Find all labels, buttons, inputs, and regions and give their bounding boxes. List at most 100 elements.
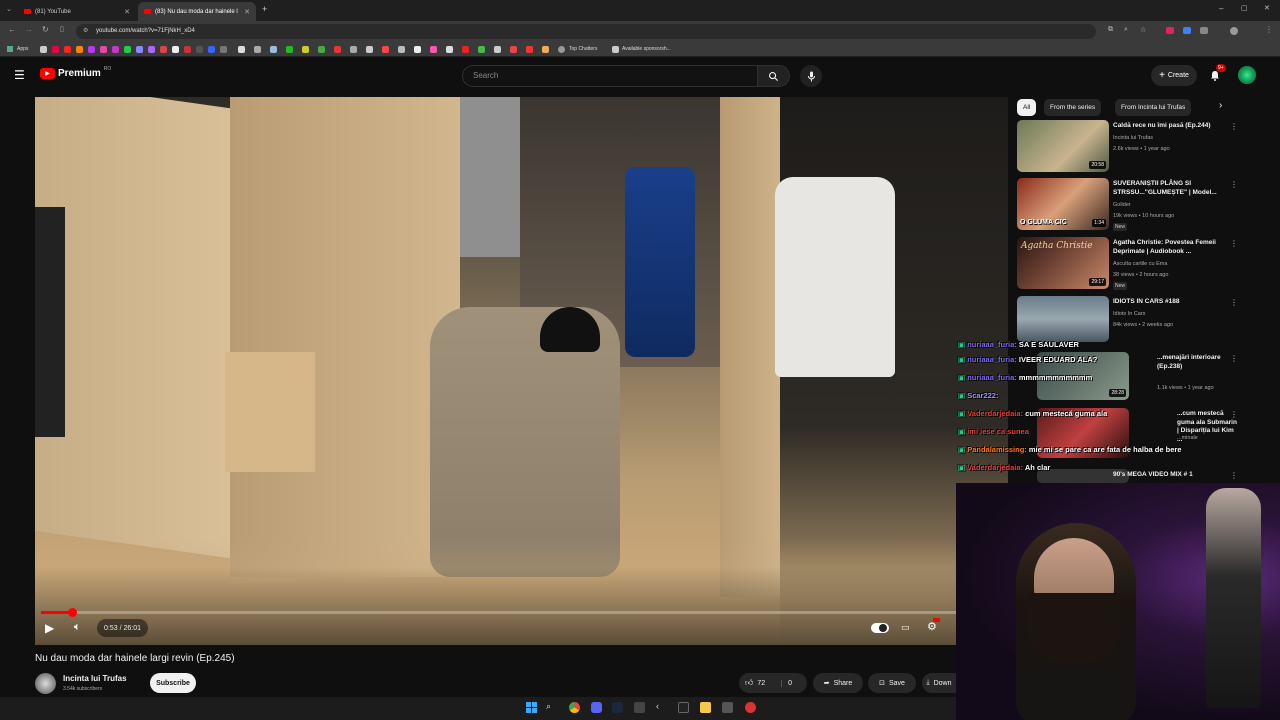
minimize-icon[interactable]: –	[1219, 4, 1223, 13]
search-input[interactable]: Search	[462, 65, 758, 87]
bookmark-icon[interactable]	[350, 46, 357, 53]
more-actions-icon[interactable]: ⋮	[1230, 354, 1238, 363]
recommendation-channel[interactable]: Golider	[1113, 201, 1131, 209]
close-tab-icon[interactable]: ✕	[124, 8, 130, 16]
share-button[interactable]: ➦ Share	[813, 673, 863, 693]
close-tab-icon[interactable]: ✕	[244, 8, 250, 16]
video-thumbnail[interactable]: O GLUMA CIC 1:34	[1017, 178, 1109, 230]
video-thumbnail[interactable]: 20:58	[1017, 120, 1109, 172]
bookmark-icon[interactable]	[478, 46, 485, 53]
download-button[interactable]: ⤓ Down	[922, 673, 956, 693]
new-tab-icon[interactable]: +	[262, 4, 267, 14]
tab-search-icon[interactable]: ⌄	[6, 5, 12, 13]
bookmark-icon[interactable]	[112, 46, 119, 53]
steam-icon[interactable]	[612, 702, 623, 713]
more-actions-icon[interactable]: ⋮	[1230, 239, 1238, 248]
bookmark-icon[interactable]	[124, 46, 131, 53]
install-icon[interactable]: ⧉	[1108, 26, 1113, 34]
tab-youtube-home[interactable]: (81) YouTube ✕	[18, 2, 136, 21]
play-button[interactable]: ▶	[45, 621, 54, 635]
recommendation-title[interactable]: ...menajări interioare (Ep.238)	[1157, 354, 1237, 371]
channel-name[interactable]: Incinta lui Trufas	[63, 674, 127, 683]
video-player[interactable]: ▶ 🔈︎ 0:53 / 26:01 ▭ ⚙	[35, 97, 1008, 645]
forward-icon[interactable]: →	[25, 25, 33, 34]
extensions-puzzle-icon[interactable]	[1200, 27, 1208, 34]
bookmark-icon[interactable]	[286, 46, 293, 53]
extension-icon[interactable]	[1183, 27, 1191, 34]
zoom-icon[interactable]: ⌕	[1124, 26, 1128, 34]
bookmark-icon[interactable]	[334, 46, 341, 53]
save-button[interactable]: ⊡ Save	[868, 673, 916, 693]
address-bar[interactable]: ⚙ youtube.com/watch?v=71FjNkH_xD4	[76, 24, 1096, 39]
bookmark-icon[interactable]	[270, 46, 277, 53]
taskbar-search-icon[interactable]: ⌕	[546, 701, 551, 712]
subtitles-icon[interactable]: ▭	[901, 622, 910, 633]
bookmark-icon[interactable]	[196, 46, 203, 53]
chip-from-the-series[interactable]: From the series	[1044, 99, 1102, 116]
bookmark-available-sponsors[interactable]: Available sponsorsh...	[622, 46, 671, 52]
bookmark-icon[interactable]	[446, 46, 453, 53]
bookmark-icon[interactable]	[558, 46, 565, 53]
recommendation-item[interactable]: Agatha Christie 29:17 Agatha Christie: P…	[1017, 237, 1267, 293]
chip-all[interactable]: All	[1017, 99, 1037, 116]
recommendation-title[interactable]: 90's MEGA VIDEO MIX # 1	[1113, 471, 1231, 480]
bookmark-icon[interactable]	[398, 46, 405, 53]
recommendation-title[interactable]: Caldă rece nu îmi pasă (Ep.244)	[1113, 122, 1231, 131]
more-actions-icon[interactable]: ⋮	[1230, 471, 1238, 480]
create-button[interactable]: + Create	[1151, 65, 1197, 86]
video-thumbnail[interactable]	[1017, 296, 1109, 342]
chip-from-channel[interactable]: From Incinta lui Trufas	[1115, 99, 1192, 116]
volume-icon[interactable]: 🔈︎	[74, 621, 81, 634]
video-thumbnail[interactable]: Agatha Christie 29:17	[1017, 237, 1109, 289]
bookmark-icon[interactable]	[64, 46, 71, 53]
close-window-icon[interactable]: ✕	[1264, 4, 1270, 12]
chrome-icon[interactable]	[569, 702, 580, 713]
bookmark-icon[interactable]	[430, 46, 437, 53]
site-info-icon[interactable]: ⚙	[83, 24, 88, 39]
hamburger-menu-icon[interactable]: ☰	[14, 68, 25, 82]
bookmark-icon[interactable]	[254, 46, 261, 53]
recommendation-channel[interactable]: ...minale	[1177, 434, 1198, 442]
maximize-icon[interactable]: ▢	[1241, 4, 1248, 12]
bookmark-icon[interactable]	[220, 46, 227, 53]
youtube-logo[interactable]: ▶ Premium RO	[40, 66, 111, 79]
windows-start-icon[interactable]	[526, 702, 537, 713]
bookmark-icon[interactable]	[462, 46, 469, 53]
bookmark-icon[interactable]	[172, 46, 179, 53]
recommendation-item[interactable]: 20:58 Caldă rece nu îmi pasă (Ep.244) In…	[1017, 120, 1267, 176]
progress-track[interactable]	[41, 608, 956, 617]
bookmark-icon[interactable]	[160, 46, 167, 53]
subscribe-button[interactable]: Subscribe	[150, 673, 196, 693]
voice-search-button[interactable]	[800, 65, 822, 87]
more-actions-icon[interactable]: ⋮	[1230, 298, 1238, 307]
bookmark-icon[interactable]	[510, 46, 517, 53]
bookmark-star-icon[interactable]: ☆	[1140, 26, 1146, 34]
bookmark-icon[interactable]	[208, 46, 215, 53]
app-icon[interactable]	[722, 702, 733, 713]
thumbs-up-icon[interactable]: 👍︎	[745, 678, 753, 688]
notifications-button[interactable]: 9+	[1209, 64, 1226, 87]
bookmark-icon[interactable]	[88, 46, 95, 53]
more-actions-icon[interactable]: ⋮	[1230, 180, 1238, 189]
search-button[interactable]	[757, 65, 790, 87]
bookmark-icon[interactable]	[238, 46, 245, 53]
extension-icon[interactable]	[1166, 27, 1174, 34]
bookmark-icon[interactable]	[40, 46, 47, 53]
menu-kebab-icon[interactable]: ⋮	[1265, 25, 1273, 34]
bookmark-icon[interactable]	[76, 46, 83, 53]
bookmark-apps[interactable]: Apps	[17, 46, 28, 52]
bookmark-icon[interactable]	[366, 46, 373, 53]
bookmark-icon[interactable]	[612, 46, 619, 53]
chip-next-icon[interactable]: ›	[1219, 100, 1222, 111]
bookmark-icon[interactable]	[136, 46, 143, 53]
profile-avatar-icon[interactable]	[1230, 27, 1238, 35]
recommendation-item[interactable]: O GLUMA CIC 1:34 SUVERANIȘTII PLÂNG SI S…	[1017, 178, 1267, 234]
discord-icon[interactable]	[591, 702, 602, 713]
bookmark-icon[interactable]	[184, 46, 191, 53]
obs-icon[interactable]	[745, 702, 756, 713]
channel-avatar[interactable]	[35, 673, 56, 694]
recommendation-title[interactable]: IDIOTS IN CARS #188	[1113, 298, 1231, 307]
bookmark-top-chatters[interactable]: Top Chatters	[569, 46, 597, 52]
back-icon[interactable]: ←	[8, 25, 16, 34]
file-explorer-icon[interactable]	[700, 702, 711, 713]
